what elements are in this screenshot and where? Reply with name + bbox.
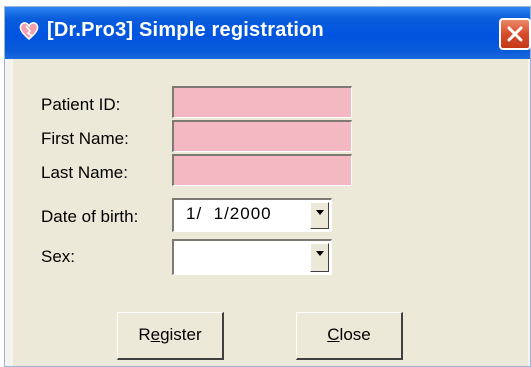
registration-window: [Dr.Pro3] Simple registration Patient ID… [4, 6, 531, 367]
register-label-post: gister [160, 325, 202, 344]
last-name-label: Last Name: [41, 163, 128, 182]
patient-id-field[interactable] [172, 86, 352, 118]
dob-picker[interactable]: 1/ 1/2000 [172, 198, 332, 232]
close-window-button[interactable] [499, 18, 531, 50]
dob-value: 1/ 1/2000 [186, 204, 272, 223]
first-name-field[interactable] [172, 120, 352, 152]
register-label-pre: R [138, 325, 151, 344]
window-title: [Dr.Pro3] Simple registration [47, 19, 324, 41]
close-icon [507, 26, 523, 42]
close-mnemonic: C [327, 325, 340, 344]
close-label-post: lose [339, 325, 371, 344]
sex-select[interactable] [172, 239, 332, 275]
dob-label: Date of birth: [41, 207, 139, 226]
chevron-down-icon [316, 251, 324, 256]
first-name-label: First Name: [41, 129, 129, 148]
sex-dropdown-button[interactable] [310, 243, 329, 272]
close-button[interactable]: Close [296, 312, 403, 360]
chevron-down-icon [316, 210, 324, 215]
sex-label: Sex: [41, 247, 76, 266]
register-mnemonic: e [150, 325, 161, 344]
title-bar[interactable]: [Dr.Pro3] Simple registration [5, 7, 531, 59]
register-button[interactable]: Register [117, 312, 224, 360]
heart-app-icon [19, 22, 39, 40]
dob-dropdown-button[interactable] [310, 202, 329, 229]
dialog-body: Patient ID: First Name: Last Name: Date … [13, 59, 528, 366]
patient-id-label: Patient ID: [41, 95, 121, 114]
last-name-field[interactable] [172, 154, 352, 186]
